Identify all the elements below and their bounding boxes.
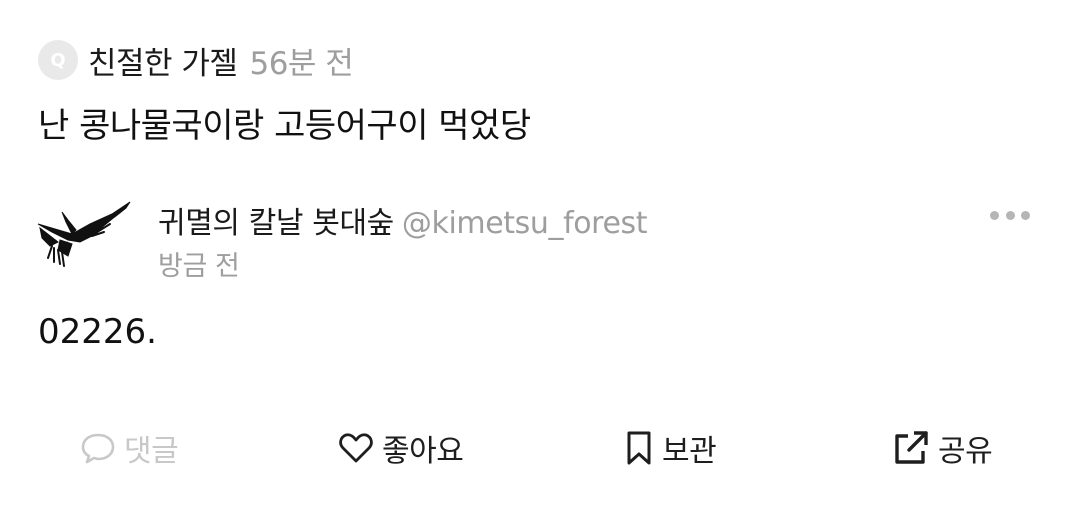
crow-icon[interactable] — [32, 198, 136, 274]
heart-icon — [339, 433, 373, 463]
answer-body: 02226. — [38, 312, 157, 352]
question-text: 난 콩나물국이랑 고등어구이 먹었당 — [38, 106, 531, 146]
answer-author[interactable]: 귀멸의 칼날 봇대숲 @kimetsu_forest — [158, 198, 648, 242]
answer-time: 방금 전 — [158, 251, 240, 282]
more-dot — [990, 210, 999, 220]
comment-button[interactable]: 댓글 — [80, 420, 179, 476]
action-bar: 댓글 좋아요 보관 공유 — [0, 420, 1080, 476]
answer-handle[interactable]: @kimetsu_forest — [402, 206, 648, 241]
share-label: 공유 — [938, 434, 993, 469]
bookmark-icon — [627, 431, 651, 465]
share-external-icon — [895, 431, 928, 464]
answer-author-name[interactable]: 귀멸의 칼날 봇대숲 — [158, 206, 394, 241]
question-header: Q 친절한 가젤 56분 전 — [38, 38, 354, 83]
save-label: 보관 — [662, 434, 717, 469]
like-label: 좋아요 — [382, 434, 464, 469]
more-dot — [1005, 210, 1015, 220]
more-horizontal-icon[interactable] — [990, 202, 1030, 228]
share-button[interactable]: 공유 — [892, 420, 993, 476]
save-button[interactable]: 보관 — [624, 420, 717, 476]
comment-icon — [81, 433, 115, 464]
comment-label: 댓글 — [124, 434, 179, 469]
question-badge-icon: Q — [38, 40, 78, 80]
question-author[interactable]: 친절한 가젤 — [88, 38, 238, 83]
like-button[interactable]: 좋아요 — [338, 420, 464, 476]
more-dot — [1021, 210, 1030, 220]
question-time: 56분 전 — [249, 45, 354, 82]
